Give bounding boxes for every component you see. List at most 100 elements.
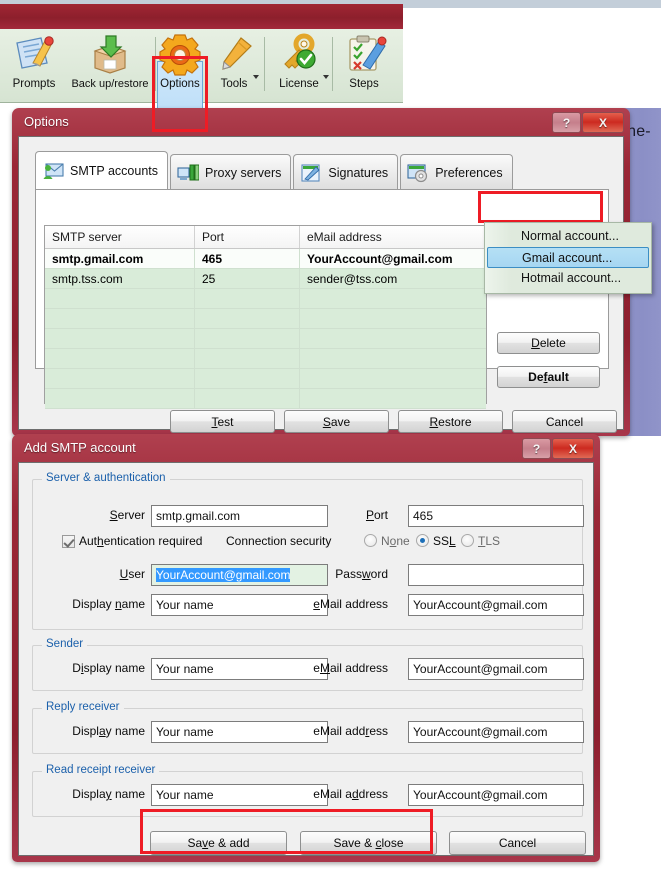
toolbar-button-tools[interactable]: Tools xyxy=(208,31,260,101)
toolbar-label-tools: Tools xyxy=(220,78,248,90)
smtp-accounts-grid[interactable]: SMTP server Port eMail address smtp.gmai… xyxy=(44,225,487,409)
cell-port: 465 xyxy=(195,249,300,269)
add-dialog-help-button[interactable]: ? xyxy=(522,438,551,459)
grid-header-email[interactable]: eMail address xyxy=(300,226,486,248)
port-label: Port xyxy=(365,508,388,522)
add-dialog-title: Add SMTP account xyxy=(24,440,136,455)
toolbar-label-steps: Steps xyxy=(349,78,379,90)
toolbar-label-prompts: Prompts xyxy=(12,78,56,90)
toolbar-separator-3 xyxy=(332,37,333,91)
cancel-button-label: Cancel xyxy=(545,414,584,429)
server-label: Server xyxy=(109,508,145,522)
grid-header-port[interactable]: Port xyxy=(195,226,300,248)
restore-button-label: Restore xyxy=(429,414,472,429)
toolbar-button-license[interactable]: License xyxy=(268,31,330,101)
add-dialog-window-controls: ? X xyxy=(522,438,594,459)
tools-dropdown-arrow-icon[interactable] xyxy=(253,75,259,79)
options-close-button[interactable]: X xyxy=(582,112,624,133)
menu-item-normal-account[interactable]: Normal account... xyxy=(485,226,651,247)
table-row-empty[interactable] xyxy=(45,389,486,409)
cell-email: sender@tss.com xyxy=(300,269,486,289)
tab-signatures[interactable]: Signatures xyxy=(293,154,399,190)
backup-restore-icon xyxy=(87,33,133,77)
table-row[interactable]: smtp.gmail.com 465 YourAccount@gmail.com xyxy=(45,249,486,269)
authentication-required-checkbox[interactable] xyxy=(62,535,75,548)
cancel-button[interactable]: Cancel xyxy=(512,410,617,433)
auth-display-name-label: Display name xyxy=(72,597,145,611)
tab-proxy-servers[interactable]: Proxy servers xyxy=(170,154,292,190)
security-label-ssl: SSL xyxy=(433,534,456,548)
options-tabstrip: SMTP accounts Proxy servers Signatures P… xyxy=(35,151,515,190)
table-row-empty[interactable] xyxy=(45,329,486,349)
add-button-highlight-box xyxy=(478,191,603,223)
tab-label-proxy-servers: Proxy servers xyxy=(205,165,282,180)
toolbar-label-backup-restore: Back up/restore xyxy=(71,78,149,90)
options-dialog-title: Options xyxy=(24,114,69,129)
restore-button[interactable]: Restore xyxy=(398,410,503,433)
grid-header-smtp-server[interactable]: SMTP server xyxy=(45,226,195,248)
auth-email-input[interactable]: YourAccount@gmail.com xyxy=(408,594,584,616)
menu-item-gmail-account[interactable]: Gmail account... xyxy=(487,247,649,268)
auth-email-label: eMail address xyxy=(313,597,388,611)
table-row[interactable]: smtp.tss.com 25 sender@tss.com xyxy=(45,269,486,289)
options-help-button[interactable]: ? xyxy=(552,112,581,133)
connection-security-label: Connection security xyxy=(226,534,332,548)
table-row-empty[interactable] xyxy=(45,309,486,329)
application-toolbar: Prompts Back up/restore Options Tools Li… xyxy=(0,29,403,132)
signatures-icon xyxy=(300,163,322,183)
add-smtp-account-dialog: Add SMTP account ? X Server & authentica… xyxy=(12,434,600,862)
tab-label-smtp-accounts: SMTP accounts xyxy=(70,164,159,178)
preferences-gear-icon xyxy=(407,163,429,183)
background-white-top xyxy=(403,8,661,108)
tab-label-signatures: Signatures xyxy=(328,165,389,180)
security-radio-none[interactable] xyxy=(364,534,377,547)
sender-email-input[interactable]: YourAccount@gmail.com xyxy=(408,658,584,680)
save-buttons-highlight-box xyxy=(140,809,433,854)
sender-legend: Sender xyxy=(42,638,88,650)
options-highlight-box xyxy=(152,56,208,132)
add-account-menu[interactable]: Normal account... Gmail account... Hotma… xyxy=(484,222,652,294)
port-input[interactable]: 465 xyxy=(408,505,584,527)
reply-receiver-legend: Reply receiver xyxy=(42,701,124,713)
default-button[interactable]: Default xyxy=(497,366,600,388)
receipt-email-label: eMail address xyxy=(313,787,388,801)
toolbar-button-backup-restore[interactable]: Back up/restore xyxy=(66,31,154,101)
user-input-value: YourAccount@gmail.com xyxy=(156,568,291,582)
security-radio-tls[interactable] xyxy=(461,534,474,547)
tab-smtp-accounts[interactable]: SMTP accounts xyxy=(35,151,169,190)
license-key-icon xyxy=(276,33,322,77)
table-row-empty[interactable] xyxy=(45,369,486,389)
table-row-empty[interactable] xyxy=(45,289,486,309)
steps-clipboard-icon xyxy=(341,33,387,77)
test-button[interactable]: Test xyxy=(170,410,275,433)
toolbar-button-prompts[interactable]: Prompts xyxy=(2,31,66,101)
add-dialog-body: Server & authentication Server smtp.gmai… xyxy=(18,462,594,856)
reply-email-input[interactable]: YourAccount@gmail.com xyxy=(408,721,584,743)
prompts-icon xyxy=(11,33,57,77)
receipt-email-input[interactable]: YourAccount@gmail.com xyxy=(408,784,584,806)
save-button-label: Save xyxy=(322,414,351,429)
tools-screwdriver-icon xyxy=(211,33,257,77)
tab-preferences[interactable]: Preferences xyxy=(400,154,513,190)
default-button-label: Default xyxy=(528,370,569,384)
smtp-accounts-icon xyxy=(42,161,64,181)
password-input[interactable] xyxy=(408,564,584,586)
add-dialog-close-button[interactable]: X xyxy=(552,438,594,459)
add-dialog-cancel-button-label: Cancel xyxy=(498,836,537,850)
reply-display-name-label: Display name xyxy=(72,724,145,738)
menu-item-hotmail-account[interactable]: Hotmail account... xyxy=(485,268,651,289)
cell-smtp-server: smtp.tss.com xyxy=(45,269,195,289)
toolbar-button-steps[interactable]: Steps xyxy=(336,31,392,101)
license-dropdown-arrow-icon[interactable] xyxy=(323,75,329,79)
cell-email: YourAccount@gmail.com xyxy=(300,249,486,269)
cell-port: 25 xyxy=(195,269,300,289)
table-row-empty[interactable] xyxy=(45,349,486,369)
options-window-controls: ? X xyxy=(552,112,624,133)
security-radio-ssl[interactable] xyxy=(416,534,429,547)
cell-smtp-server: smtp.gmail.com xyxy=(45,249,195,269)
background-white-lower xyxy=(598,436,661,871)
delete-button[interactable]: Delete xyxy=(497,332,600,354)
save-button[interactable]: Save xyxy=(284,410,389,433)
sender-email-label: eMail address xyxy=(313,661,388,675)
add-dialog-cancel-button[interactable]: Cancel xyxy=(449,831,586,855)
